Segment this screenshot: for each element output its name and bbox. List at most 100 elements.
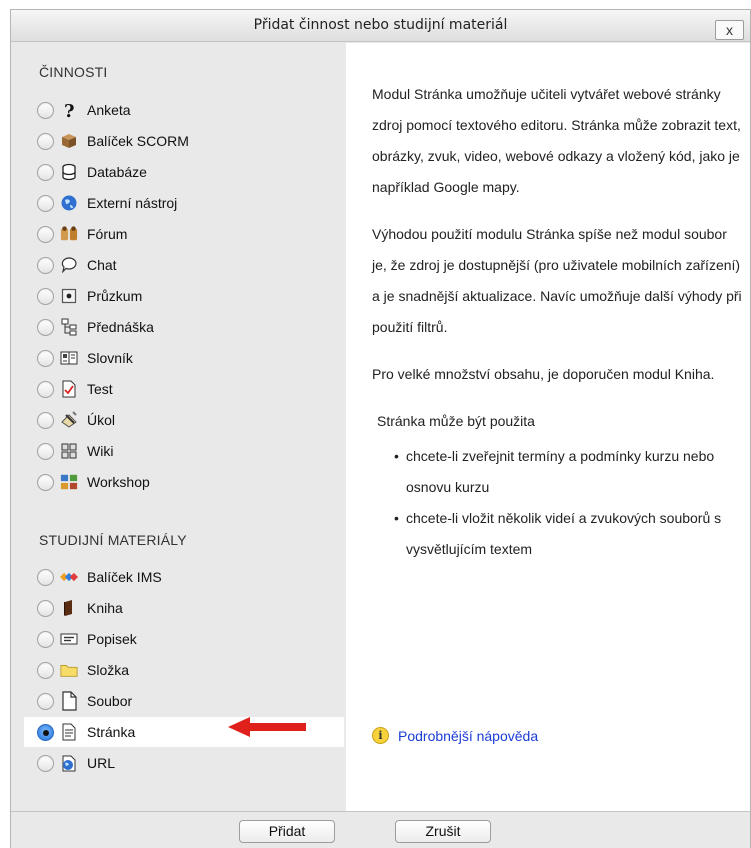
option-label: Stránka [87,724,136,740]
resources-heading: STUDIJNÍ MATERIÁLY [39,532,187,548]
option-kniha[interactable]: Kniha [34,593,344,623]
radio-button[interactable] [37,380,54,398]
option-label: Chat [87,257,117,273]
help-link[interactable]: i Podrobnější nápověda [372,727,538,744]
option-label: Wiki [87,443,114,459]
svg-text:?: ? [64,101,75,119]
radio-button[interactable] [37,256,54,274]
dialog-titlebar: Přidat činnost nebo studijní materiál x [11,10,750,42]
option-label: Balíček SCORM [87,133,189,149]
option-balicek-scorm[interactable]: Balíček SCORM [34,126,344,156]
radio-button[interactable] [37,163,54,181]
radio-button[interactable] [37,132,54,150]
radio-button[interactable] [37,568,54,586]
folder-icon [60,661,78,679]
option-label: Balíček IMS [87,569,162,585]
option-label: Fórum [87,226,128,242]
option-anketa[interactable]: ? Anketa [34,95,344,125]
option-popisek[interactable]: Popisek [34,624,344,654]
radio-button[interactable] [37,630,54,648]
option-forum[interactable]: Fórum [34,219,344,249]
option-url[interactable]: URL [34,748,344,778]
assignment-icon [60,411,78,429]
glossary-icon [60,349,78,367]
wiki-icon [60,442,78,460]
package-icon [60,132,78,150]
option-label: Přednáška [87,319,154,335]
question-icon: ? [60,101,78,119]
option-ukol[interactable]: Úkol [34,405,344,435]
option-label: Kniha [87,600,123,616]
option-label: Průzkum [87,288,143,304]
chat-icon [60,256,78,274]
option-label: Úkol [87,412,116,428]
option-label: URL [87,755,116,771]
red-arrow-icon [228,717,306,737]
radio-button[interactable] [37,442,54,460]
option-label: Soubor [87,693,133,709]
radio-button[interactable] [37,287,54,305]
radio-button[interactable] [37,754,54,772]
ims-icon [60,568,78,586]
option-label: Popisek [87,631,137,647]
forum-icon [60,225,78,243]
description-paragraph: Stránka může být použita [377,413,535,429]
label-icon [60,630,78,648]
module-description: Modul Stránka umožňuje učiteli vytvářet … [346,43,750,811]
option-pruzkum[interactable]: Průzkum [34,281,344,311]
option-label: Anketa [87,102,131,118]
module-list: ČINNOSTI ? Anketa Balíček SCORM Databáze [24,56,344,810]
list-item: chcete-li zveřejnit termíny a podmínky k… [394,441,742,503]
radio-button[interactable] [37,318,54,336]
info-icon: i [372,727,389,744]
dialog-footer: Přidat Zrušit [11,811,750,848]
radio-button[interactable] [37,692,54,710]
cancel-button[interactable]: Zrušit [395,820,491,843]
option-externi-nastroj[interactable]: Externí nástroj [34,188,344,218]
list-item: chcete-li vložit několik videí a zvukový… [394,503,742,565]
lesson-icon [60,318,78,336]
add-activity-dialog: Přidat činnost nebo studijní materiál x … [10,9,751,848]
add-button[interactable]: Přidat [239,820,335,843]
workshop-icon [60,473,78,491]
option-soubor[interactable]: Soubor [34,686,344,716]
radio-button-selected[interactable] [37,723,54,741]
radio-button[interactable] [37,661,54,679]
option-label: Externí nástroj [87,195,178,211]
radio-button[interactable] [37,349,54,367]
radio-button[interactable] [37,225,54,243]
url-icon [60,754,78,772]
dialog-title: Přidat činnost nebo studijní materiál [253,17,508,33]
survey-icon [60,287,78,305]
close-button[interactable]: x [715,20,744,40]
file-icon [60,691,78,711]
option-test[interactable]: Test [34,374,344,404]
usage-list: chcete-li zveřejnit termíny a podmínky k… [394,441,742,565]
radio-button[interactable] [37,599,54,617]
page-icon [60,723,78,741]
option-prednaska[interactable]: Přednáška [34,312,344,342]
quiz-icon [60,380,78,398]
radio-button[interactable] [37,101,54,119]
option-wiki[interactable]: Wiki [34,436,344,466]
radio-button[interactable] [37,194,54,212]
database-icon [60,163,78,181]
option-balicek-ims[interactable]: Balíček IMS [34,562,344,592]
option-label: Workshop [87,474,150,490]
option-label: Databáze [87,164,147,180]
option-slozka[interactable]: Složka [34,655,344,685]
option-slovnik[interactable]: Slovník [34,343,344,373]
option-label: Složka [87,662,130,678]
option-workshop[interactable]: Workshop [34,467,344,497]
description-paragraph: Výhodou použití modulu Stránka spíše než… [372,226,742,335]
description-paragraph: Pro velké množství obsahu, je doporučen … [372,366,715,382]
option-databaze[interactable]: Databáze [34,157,344,187]
book-icon [60,599,78,617]
option-label: Test [87,381,113,397]
help-link-label[interactable]: Podrobnější nápověda [398,728,538,744]
radio-button[interactable] [37,411,54,429]
option-chat[interactable]: Chat [34,250,344,280]
radio-button[interactable] [37,473,54,491]
description-paragraph: Modul Stránka umožňuje učiteli vytvářet … [372,86,741,195]
globe-icon [60,194,78,212]
